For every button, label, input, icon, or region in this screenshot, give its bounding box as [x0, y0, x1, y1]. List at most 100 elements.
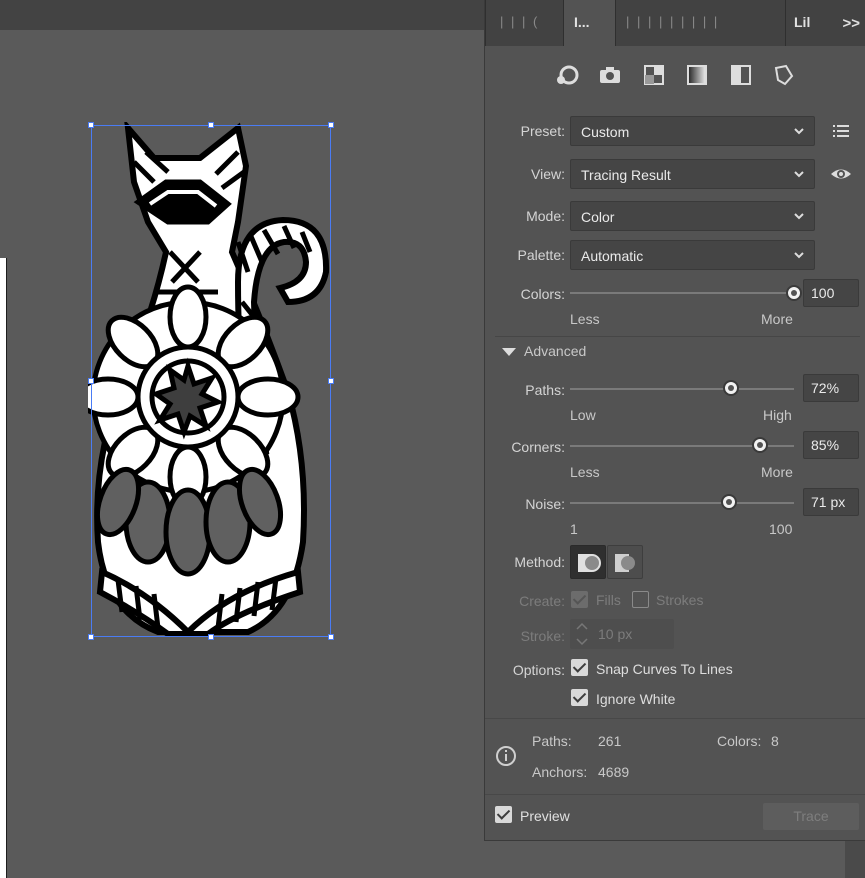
paths-min-label: Low [570, 407, 596, 423]
chevron-down-icon [794, 171, 804, 178]
stepper-arrows-icon[interactable] [574, 619, 590, 649]
corners-min-label: Less [570, 464, 600, 480]
colors-value-field[interactable]: 100 [803, 279, 859, 307]
stats-anchors-value: 4689 [598, 764, 630, 780]
camera-icon[interactable] [597, 62, 623, 88]
selection-handle-tl[interactable] [88, 122, 94, 128]
fills-checkbox[interactable] [571, 591, 588, 608]
noise-slider-thumb[interactable] [721, 494, 738, 510]
options-label: Options: [512, 662, 565, 678]
collapsed-tabs-left: | | | ( [500, 14, 540, 29]
abutting-method-icon [578, 554, 601, 572]
strokes-checkbox[interactable] [632, 591, 649, 608]
paths-slider-track[interactable] [570, 388, 794, 390]
fills-label: Fills [596, 592, 621, 608]
palette-value: Automatic [581, 248, 644, 264]
chevron-down-icon [794, 252, 804, 259]
mode-value: Color [581, 209, 615, 225]
paths-slider-thumb[interactable] [723, 380, 740, 396]
noise-slider-track[interactable] [570, 502, 794, 504]
preset-icon-row [485, 58, 865, 92]
ignore-white-checkbox[interactable] [571, 689, 588, 706]
method-abutting-button[interactable] [570, 545, 606, 579]
outline-shape-icon[interactable] [771, 62, 797, 88]
colors-max-label: More [761, 311, 793, 327]
preset-label: Preset: [520, 123, 565, 139]
strokes-label: Strokes [656, 592, 704, 608]
stats-colors-label: Colors: [717, 733, 762, 749]
image-trace-panel: | | | ( I... | | | | | | | | | Lil >> Pr… [484, 0, 865, 841]
selection-handle-mr[interactable] [328, 378, 334, 384]
create-label: Create: [519, 593, 565, 609]
noise-value-field[interactable]: 71 px [803, 488, 859, 516]
paths-max-label: High [763, 407, 792, 423]
section-divider [495, 336, 860, 337]
panel-tab-bar: | | | ( I... | | | | | | | | | Lil >> [485, 0, 865, 46]
artboard-edge [0, 258, 7, 878]
preview-checkbox[interactable] [495, 806, 512, 823]
half-fill-icon[interactable] [728, 62, 754, 88]
ignore-white-label: Ignore White [596, 691, 676, 707]
stroke-value: 10 px [598, 626, 633, 642]
selection-handle-bl[interactable] [88, 634, 94, 640]
corners-slider-thumb[interactable] [752, 437, 769, 453]
palette-dropdown[interactable]: Automatic [570, 240, 815, 270]
chevron-down-icon [794, 128, 804, 135]
preset-dropdown[interactable]: Custom [570, 116, 815, 146]
snap-curves-label: Snap Curves To Lines [596, 661, 733, 677]
list-menu-icon[interactable] [831, 121, 851, 141]
paths-label: Paths: [525, 382, 565, 398]
colors-slider-thumb[interactable] [786, 285, 802, 301]
corners-label: Corners: [511, 439, 565, 455]
stroke-stepper[interactable]: 10 px [570, 619, 674, 649]
stats-colors-value: 8 [771, 733, 779, 749]
selection-bounding-box[interactable] [91, 125, 331, 637]
stroke-label: Stroke: [520, 628, 565, 644]
auto-color-icon[interactable] [555, 62, 581, 88]
preview-label: Preview [520, 808, 570, 824]
gradient-icon[interactable] [684, 62, 710, 88]
colors-min-label: Less [570, 311, 600, 327]
view-value: Tracing Result [581, 167, 671, 183]
chevron-down-icon [794, 213, 804, 220]
noise-min-label: 1 [570, 521, 578, 537]
colors-label: Colors: [520, 286, 565, 302]
stats-paths-value: 261 [598, 733, 622, 749]
disclosure-triangle-icon[interactable] [501, 346, 517, 358]
selection-handle-ml[interactable] [88, 378, 94, 384]
tab-libraries-label: Lil [794, 14, 811, 30]
info-icon [496, 746, 516, 766]
palette-label: Palette: [517, 247, 565, 263]
noise-label: Noise: [525, 496, 565, 512]
colors-slider-track[interactable] [570, 292, 794, 294]
stats-paths-label: Paths: [532, 733, 572, 749]
method-overlapping-button[interactable] [607, 545, 643, 579]
mode-dropdown[interactable]: Color [570, 201, 815, 231]
trace-button[interactable]: Trace [763, 803, 859, 830]
advanced-toggle-label[interactable]: Advanced [524, 343, 586, 359]
grayscale-grid-icon[interactable] [641, 62, 667, 88]
panel-overflow-chevron-icon[interactable]: >> [842, 15, 860, 32]
collapsed-tabs-right: | | | | | | | | | [626, 14, 720, 29]
corners-max-label: More [761, 464, 793, 480]
tab-image-trace[interactable]: I... [563, 0, 615, 46]
corners-value-field[interactable]: 85% [803, 431, 859, 459]
tab-collapsed-group-right[interactable]: | | | | | | | | | [615, 0, 785, 46]
overlapping-method-icon [615, 554, 635, 572]
eye-icon[interactable] [830, 164, 852, 184]
selection-handle-br[interactable] [328, 634, 334, 640]
tab-image-trace-label: I... [574, 14, 590, 30]
snap-curves-checkbox[interactable] [571, 659, 588, 676]
selection-handle-bm[interactable] [208, 634, 214, 640]
stats-anchors-label: Anchors: [532, 764, 588, 780]
preset-value: Custom [581, 124, 630, 140]
selection-handle-tm[interactable] [208, 122, 214, 128]
paths-value-field[interactable]: 72% [803, 374, 859, 402]
view-label: View: [531, 166, 565, 182]
view-dropdown[interactable]: Tracing Result [570, 159, 815, 189]
mode-label: Mode: [526, 208, 565, 224]
selection-handle-tr[interactable] [328, 122, 334, 128]
tab-libraries[interactable]: Lil [785, 0, 835, 46]
tab-collapsed-group-left[interactable]: | | | ( [485, 0, 563, 46]
method-label: Method: [514, 554, 565, 570]
